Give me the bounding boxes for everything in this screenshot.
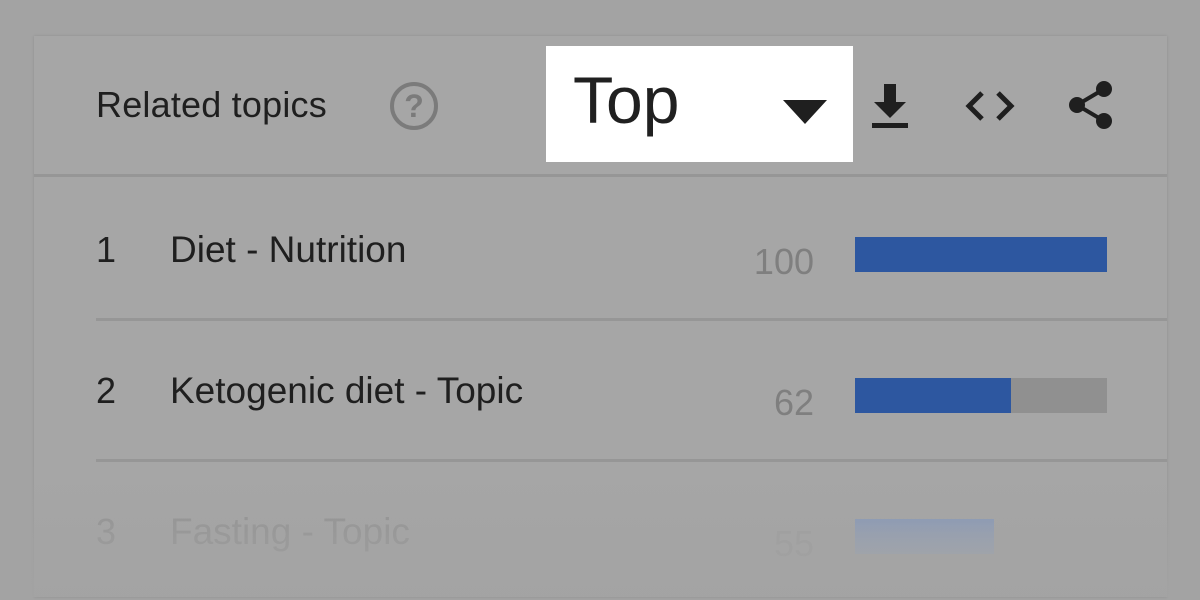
dropdown-selected-value: Top	[573, 63, 680, 137]
value-bar-track	[855, 237, 1107, 272]
value-bar	[855, 519, 994, 554]
help-icon[interactable]: ?	[390, 82, 438, 130]
row-value: 62	[773, 382, 814, 423]
value-bar-track	[855, 378, 1107, 413]
top-rising-dropdown[interactable]: Top	[546, 46, 853, 162]
row-rank: 2	[96, 370, 117, 411]
download-icon	[872, 84, 908, 128]
value-bar	[855, 378, 1012, 413]
embed-button[interactable]	[962, 78, 1018, 134]
topic-label[interactable]: Diet - Nutrition	[170, 229, 406, 271]
value-bar-track	[855, 519, 1107, 554]
download-button[interactable]	[862, 78, 918, 134]
list-item[interactable]: 2 Ketogenic diet - Topic 62	[96, 318, 1167, 462]
share-button[interactable]	[1064, 78, 1120, 134]
card-header: Related topics ? Top	[34, 36, 1167, 177]
value-bar	[855, 237, 1107, 272]
embed-code-icon	[965, 91, 1015, 121]
related-topics-card: Related topics ? Top 1 Diet - Nutrition …	[34, 36, 1167, 597]
list-item[interactable]: 1 Diet - Nutrition 100	[96, 177, 1167, 321]
row-value: 100	[753, 241, 814, 282]
row-value: 55	[773, 523, 814, 564]
dropdown-arrow-icon	[783, 100, 827, 124]
row-rank: 1	[96, 229, 117, 270]
topic-label[interactable]: Fasting - Topic	[170, 511, 410, 553]
topic-label[interactable]: Ketogenic diet - Topic	[170, 370, 523, 412]
row-rank: 3	[96, 511, 117, 552]
list-item[interactable]: 3 Fasting - Topic 55	[96, 459, 1167, 600]
card-title: Related topics	[96, 84, 327, 125]
share-icon	[1069, 81, 1112, 129]
